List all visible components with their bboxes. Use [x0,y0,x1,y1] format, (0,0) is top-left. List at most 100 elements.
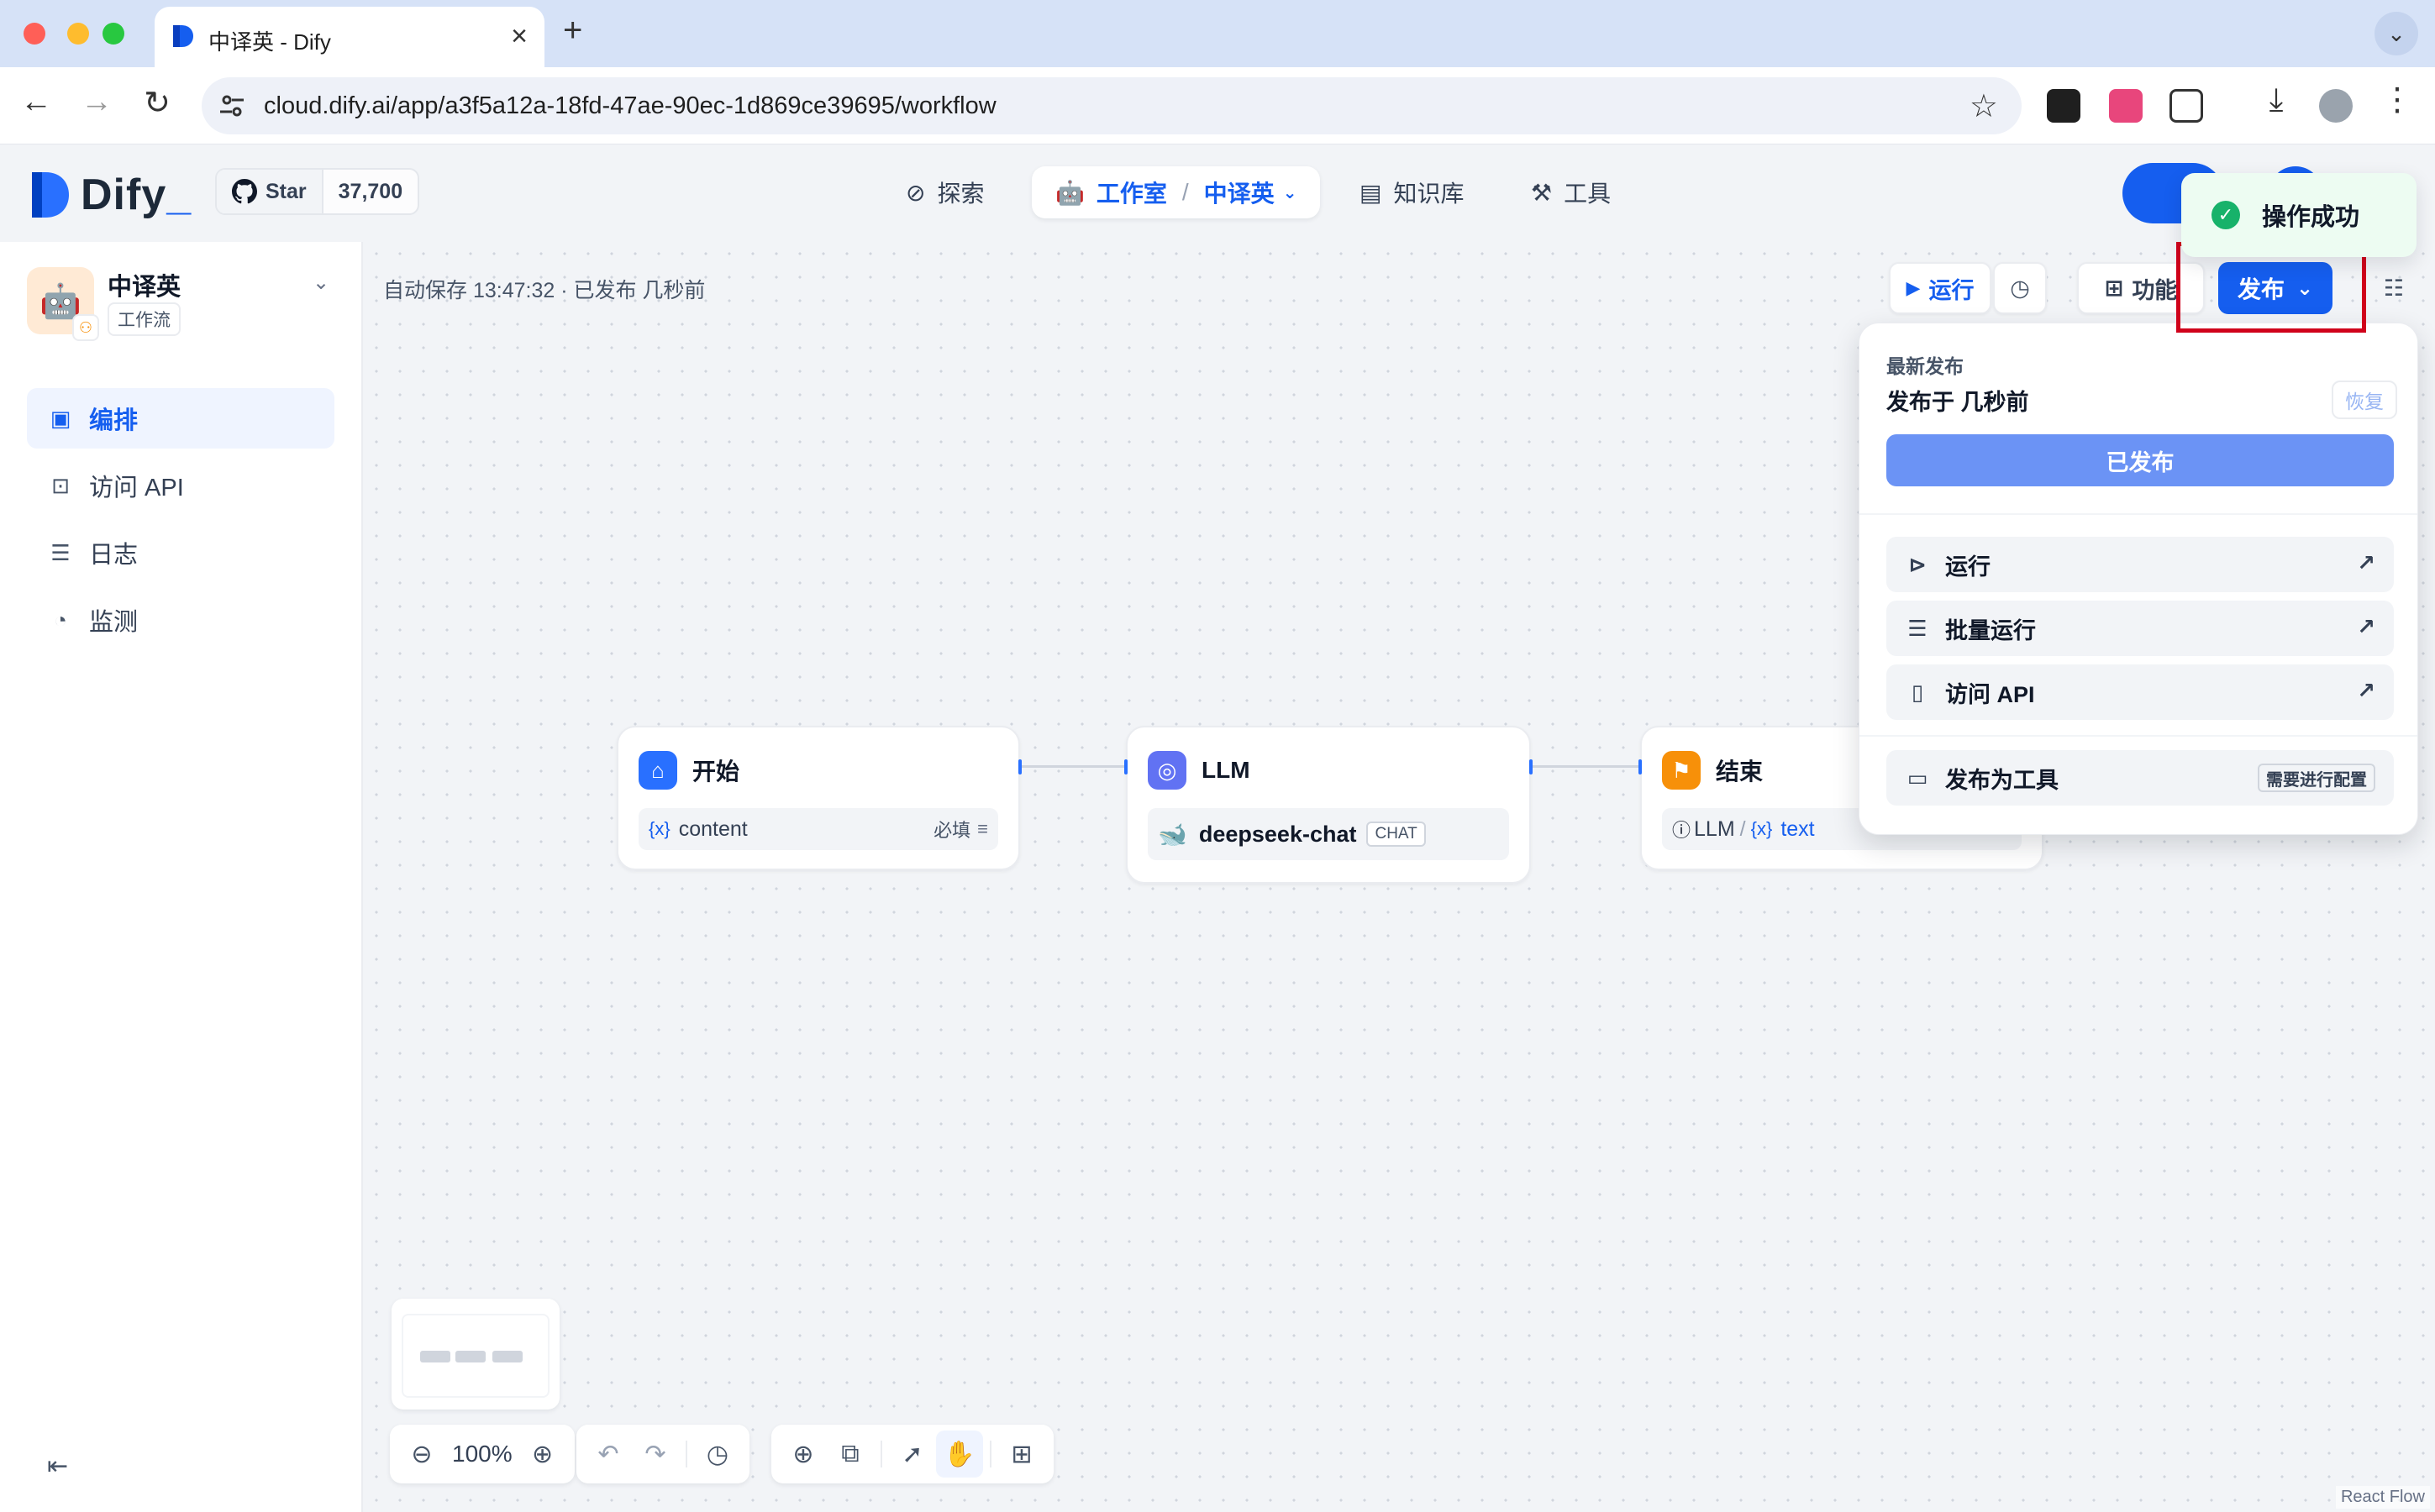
pointer-icon[interactable]: ➚ [889,1431,936,1478]
translate-extension-icon[interactable] [2109,89,2143,123]
publish-run-label: 运行 [1945,554,1991,580]
node-title: 结束 [1716,759,1764,785]
tab-search-chevron-icon[interactable]: ⌄ [2375,12,2418,55]
clock-history-icon: ◷ [2010,275,2030,301]
add-node-icon[interactable]: ⊕ [780,1431,827,1478]
file-text-icon: ▯ [1911,679,1924,705]
sidebar-item-api[interactable]: ⊡ 访问 API [27,455,334,516]
output-variable-name: text [1780,816,1815,841]
zoom-toolbar: ⊖ 100% ⊕ [390,1425,575,1483]
extension-icon[interactable] [2047,89,2080,123]
source-node-name: LLM [1694,816,1735,841]
sidebar-item-logs[interactable]: ☰ 日志 [27,522,334,583]
published-button[interactable]: 已发布 [1886,434,2394,486]
hand-pan-icon[interactable]: ✋ [936,1431,983,1478]
nav-studio-label: 工作室 [1096,181,1167,207]
sidebar-item-label: 监测 [89,609,139,636]
close-window-button[interactable] [24,23,45,45]
redo-icon[interactable]: ↷ [632,1431,679,1478]
published-time: 发布于 几秒前 [1886,390,2029,415]
terminal-icon: ⊡ [51,472,70,498]
publish-run-item[interactable]: ⊳ 运行 ↗ [1886,537,2394,592]
collapse-sidebar-icon[interactable]: ⇤ [47,1452,68,1481]
output-handle[interactable] [1018,759,1022,774]
minimize-window-button[interactable] [67,23,89,45]
app-name: 中译英 [108,274,181,301]
sidebar-item-monitoring[interactable]: ◔ 监测 [27,590,334,650]
bookmark-star-icon[interactable]: ☆ [1970,87,1998,125]
app-avatar[interactable]: 🤖 ⚇ [27,267,99,341]
dify-logo[interactable]: Dify_ [29,170,192,220]
edge-llm-end[interactable] [1533,765,1638,768]
canvas-tools-toolbar: ⊕ ⧉ ➚ ✋ ⊞ [771,1425,1054,1483]
publish-as-tool-item[interactable]: ▭ 发布为工具 需要进行配置 [1886,750,2394,806]
hammer-icon: ⚒ [1531,179,1553,206]
output-handle[interactable] [1529,759,1533,774]
undo-icon[interactable]: ↶ [585,1431,632,1478]
external-arrow-icon: ↗ [2357,550,2375,575]
nav-knowledge[interactable]: ▤ 知识库 [1359,166,1464,218]
history-toolbar: ↶ ↷ ◷ [576,1425,749,1483]
github-star-count: 37,700 [338,179,403,203]
current-app-label[interactable]: 中译英 [1204,176,1275,209]
tab-title: 中译英 - Dify [208,29,331,55]
address-toolbar: ← → ↻ cloud.dify.ai/app/a3f5a12a-18fd-47… [0,67,2435,144]
add-note-icon[interactable]: ⧉ [827,1431,874,1478]
zoom-out-icon[interactable]: ⊖ [398,1431,445,1478]
close-tab-icon[interactable]: × [511,20,528,53]
canvas-minimap[interactable] [392,1299,560,1410]
forward-arrow-icon[interactable]: → [76,84,118,120]
minimap-node [455,1351,486,1362]
nav-explore[interactable]: ⊘ 探索 [906,166,984,218]
input-handle[interactable] [1638,759,1642,774]
checklist-icon: ☷ [2383,275,2405,301]
publish-batch-run-item[interactable]: ☰ 批量运行 ↗ [1886,601,2394,656]
required-label: 必填 [934,820,971,841]
app-menu-chevron-icon[interactable]: ⌄ [313,270,329,295]
new-tab-icon[interactable]: + [563,12,582,50]
minimap-node [492,1351,523,1362]
chevron-down-icon[interactable]: ⌄ [1283,182,1297,203]
node-header: ⌂ 开始 [639,751,739,790]
site-settings-icon[interactable] [217,91,247,121]
browser-tab[interactable]: 中译英 - Dify × [155,7,544,67]
version-history-icon[interactable]: ◷ [694,1431,741,1478]
toast-message: 操作成功 [2262,204,2360,231]
zoom-level[interactable]: 100% [452,1441,513,1467]
autosave-status: 自动保存 13:47:32 · 已发布 几秒前 [383,279,706,302]
history-button[interactable]: ◷ [1993,262,2047,314]
run-button[interactable]: ▶ 运行 [1889,262,1991,314]
nav-knowledge-label: 知识库 [1393,181,1465,207]
node-start[interactable]: ⌂ 开始 {x} content 必填 ≡ [617,726,1022,870]
github-star-button[interactable]: Star 37,700 [215,168,420,215]
input-handle[interactable] [1124,759,1128,774]
organize-nodes-icon[interactable]: ⊞ [998,1431,1045,1478]
checklist-button[interactable]: ☷ [2369,262,2418,314]
list-indent-icon: ☰ [1907,615,1927,641]
edge-start-llm[interactable] [1022,765,1126,768]
back-arrow-icon[interactable]: ← [15,84,57,120]
node-llm[interactable]: ◎ LLM 🐋 deepseek-chat CHAT [1124,726,1533,884]
reload-icon[interactable]: ↻ [136,84,178,122]
download-icon[interactable]: ⤓ [2255,82,2297,118]
nav-tools-label: 工具 [1564,181,1612,207]
nav-tools[interactable]: ⚒ 工具 [1531,166,1611,218]
sidebar-item-orchestrate[interactable]: ▣ 编排 [27,388,334,449]
nav-studio[interactable]: 🤖 工作室 / 中译英 ⌄ [1032,166,1321,218]
url-bar[interactable]: cloud.dify.ai/app/a3f5a12a-18fd-47ae-90e… [202,77,2022,134]
restore-button[interactable]: 恢复 [2332,381,2397,419]
start-variable-row[interactable]: {x} content 必填 ≡ [639,808,998,850]
publish-api-item[interactable]: ▯ 访问 API ↗ [1886,664,2394,720]
profile-icon[interactable] [2319,89,2353,123]
run-label: 运行 [1928,277,1975,303]
puzzle-extensions-icon[interactable] [2169,89,2203,123]
latest-publish-label: 最新发布 [1886,355,1964,377]
text-type-icon: ≡ [977,818,988,839]
maximize-window-button[interactable] [103,23,124,45]
browser-menu-icon[interactable]: ⋮ [2376,81,2418,118]
llm-small-icon: ⓘ [1672,820,1691,841]
react-flow-attribution[interactable]: React Flow [2335,1486,2430,1509]
model-row[interactable]: 🐋 deepseek-chat CHAT [1148,808,1509,860]
path-separator: / [1739,816,1746,841]
zoom-in-icon[interactable]: ⊕ [519,1431,566,1478]
